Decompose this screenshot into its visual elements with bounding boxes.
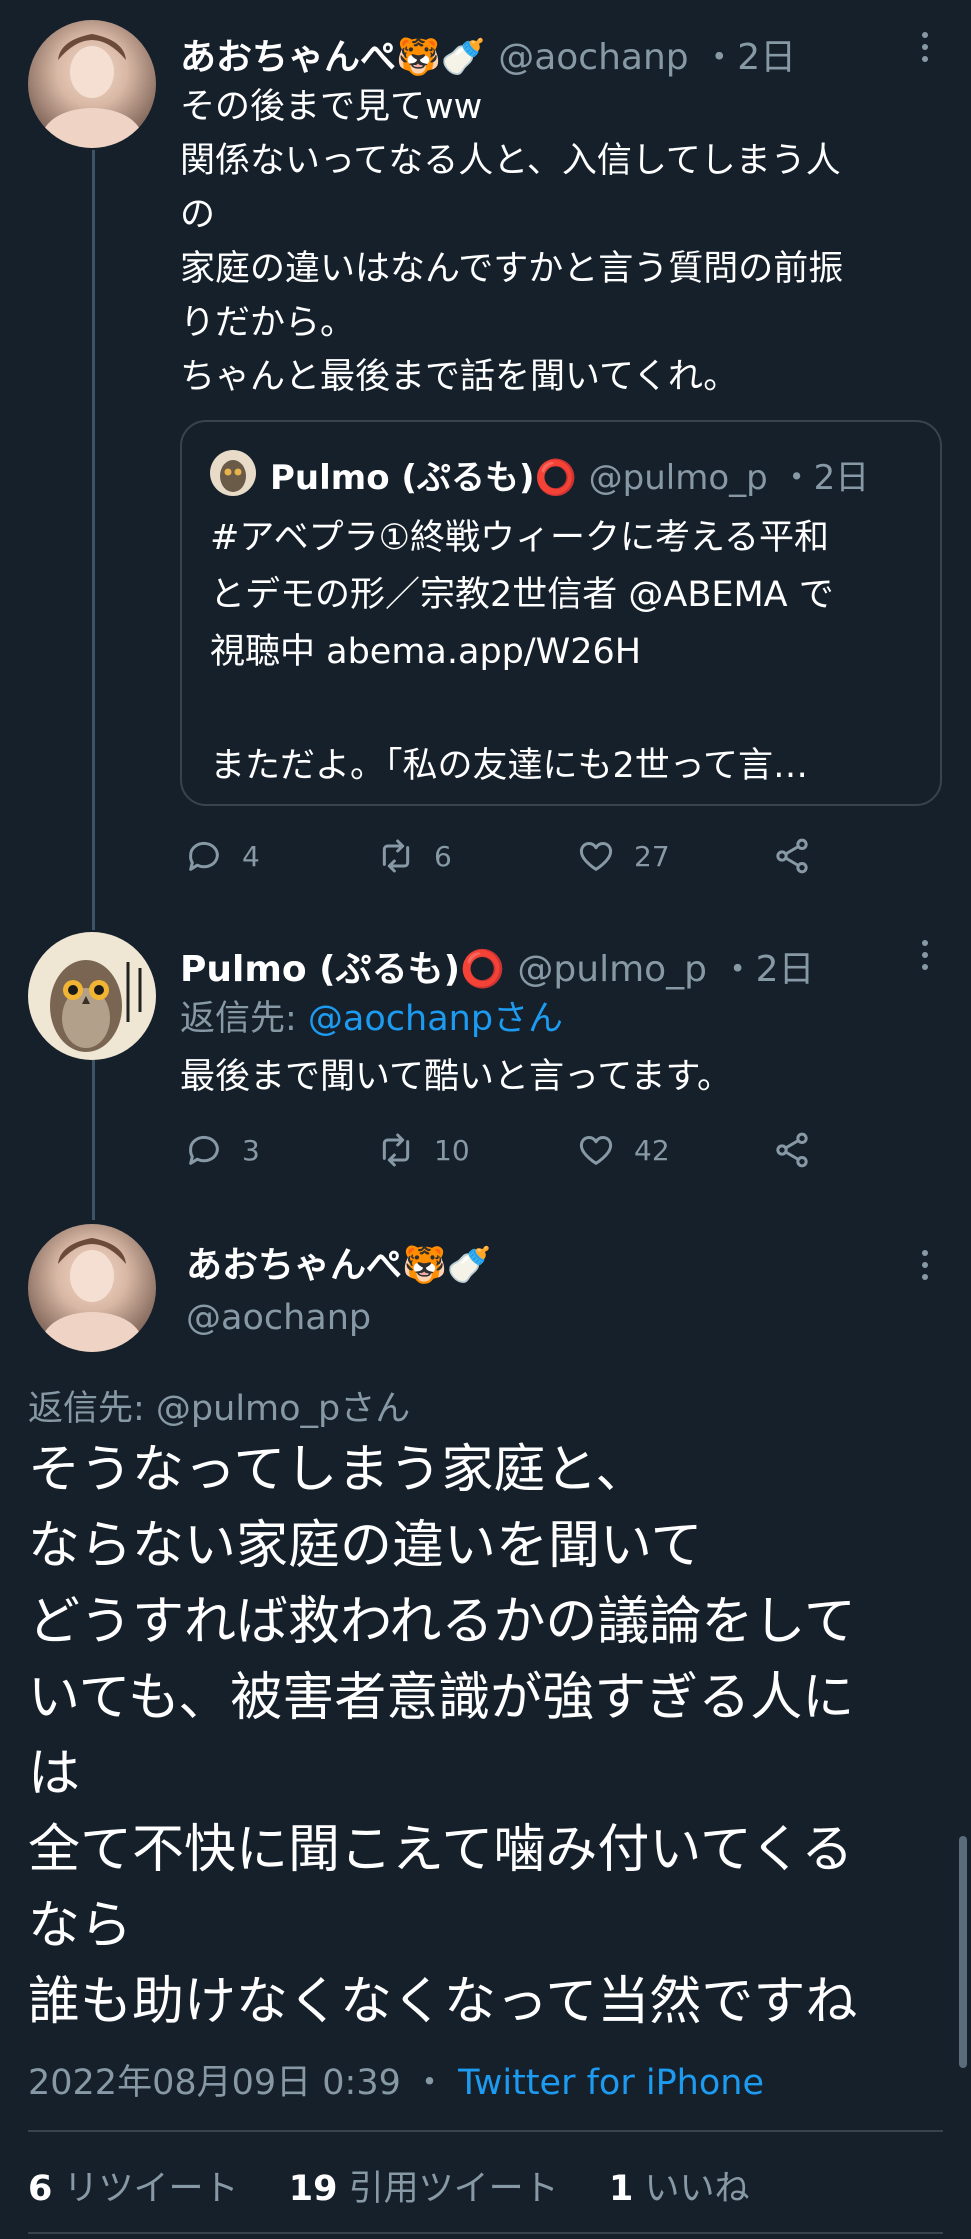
tweet-line: ちゃんと最後まで話を聞いてくれ。 (180, 357, 739, 397)
tweet-meta: 2022年08月09日 0:39 ・ Twitter for iPhone (28, 2054, 764, 2105)
reply-context[interactable]: 返信先: @pulmo_pさん (28, 1380, 410, 1431)
tweet-line: いても、被害者意識が強すぎる人に (28, 1668, 855, 1728)
likes-count: 1 (608, 2169, 634, 2209)
reply-button[interactable]: 4 (184, 836, 260, 876)
quote-line (210, 681, 920, 738)
retweet-count: 10 (434, 1133, 470, 1167)
quote-timestamp: ・2日 (779, 458, 870, 498)
retweet-icon (382, 839, 410, 873)
divider (28, 2130, 943, 2132)
quote-avatar (210, 450, 256, 496)
thread-line (92, 1060, 95, 1220)
tweet-line: 誰も助けなくなくなって当然ですね (28, 1972, 858, 2032)
tweet-source[interactable]: Twitter for iPhone (458, 2063, 764, 2103)
quote-line: まただよ。「私の友達にも2世って言… (210, 746, 809, 786)
display-name[interactable]: あおちゃんぺ🐯🍼 (180, 37, 486, 78)
more-options-icon[interactable] (920, 940, 930, 976)
likes-label: いいね (644, 2169, 750, 2209)
retweets-label: リツイート (63, 2169, 239, 2209)
heart-icon (579, 1136, 613, 1165)
like-button[interactable]: 42 (576, 1130, 670, 1170)
like-count: 27 (634, 839, 670, 873)
share-button[interactable] (772, 1130, 812, 1170)
timestamp[interactable]: ・2日 (720, 949, 815, 990)
retweets-count: 6 (28, 2169, 53, 2209)
quote-display-name: Pulmo (ぷるも)⭕ (270, 458, 577, 498)
more-options-icon[interactable] (920, 1250, 930, 1286)
quote-handle: @pulmo_p (588, 458, 768, 498)
reply-icon (189, 1135, 219, 1165)
reply-context: 返信先: @aochanpさん (180, 992, 563, 1046)
display-name[interactable]: あおちゃんぺ🐯🍼 (186, 1236, 492, 1288)
display-name[interactable]: Pulmo (ぷるも)⭕ (180, 949, 505, 990)
reply-to-link[interactable]: @aochanpさん (308, 999, 563, 1039)
reply-button[interactable]: 3 (184, 1130, 260, 1170)
handle[interactable]: @aochanp (498, 37, 688, 78)
quotes-count: 19 (288, 2169, 338, 2209)
share-button[interactable] (772, 836, 812, 876)
quote-line: とデモの形／宗教2世信者 @ABEMA で (210, 575, 834, 615)
avatar[interactable] (28, 20, 156, 148)
retweet-icon (382, 1133, 410, 1167)
share-icon (776, 1132, 808, 1168)
tweet-text: 最後まで聞いて酷いと言ってます。 (180, 1057, 732, 1097)
quote-line: #アベプラ①終戦ウィークに考える平和 (210, 518, 829, 558)
retweet-button[interactable]: 6 (376, 836, 452, 876)
tweet-text: そうなってしまう家庭と、 ならない家庭の違いを聞いて どうすれば救われるかの議論… (28, 1432, 958, 2040)
reply-count: 4 (242, 839, 260, 873)
tweet-text: その後まで見てww 関係ないってなる人と、入信してしまう人 の 家庭の違いはなん… (180, 80, 950, 404)
tweet-line: 関係ないってなる人と、入信してしまう人 (180, 141, 841, 181)
tweet-timestamp[interactable]: 2022年08月09日 0:39 (28, 2063, 401, 2103)
reply-icon (189, 841, 219, 871)
more-options-icon[interactable] (920, 32, 930, 68)
quotes-label: 引用ツイート (348, 2169, 559, 2209)
meta-separator: ・ (412, 2063, 448, 2103)
reply-count: 3 (242, 1133, 260, 1167)
tweet-line: なら (28, 1896, 133, 1956)
tweet-line: ならない家庭の違いを聞いて (28, 1516, 703, 1576)
heart-icon (579, 842, 613, 871)
avatar[interactable] (28, 1224, 156, 1352)
handle[interactable]: @aochanp (186, 1298, 371, 1338)
quote-text: #アベプラ①終戦ウィークに考える平和 とデモの形／宗教2世信者 @ABEMA で… (210, 510, 920, 795)
tweet-line: りだから。 (180, 303, 356, 343)
divider (28, 2232, 943, 2234)
quotes-stat[interactable]: 19 引用ツイート (289, 2169, 559, 2209)
tweet-line: は (28, 1744, 81, 1804)
retweets-stat[interactable]: 6 リツイート (28, 2169, 239, 2209)
share-icon (776, 838, 808, 874)
reply-prefix: 返信先: (180, 999, 308, 1039)
tweet-line: 家庭の違いはなんですかと言う質問の前振 (180, 249, 844, 289)
retweet-count: 6 (434, 839, 452, 873)
tweet-line: そうなってしまう家庭と、 (28, 1440, 648, 1500)
tweet-line: どうすれば救われるかの議論をして (28, 1592, 856, 1652)
quote-line: 視聴中 abema.app/W26H (210, 632, 642, 672)
tweet-stats: 6 リツイート 19 引用ツイート 1 いいね (28, 2160, 749, 2211)
likes-stat[interactable]: 1 いいね (609, 2169, 750, 2209)
scrollbar[interactable] (959, 1836, 967, 2068)
avatar[interactable] (28, 932, 156, 1060)
timestamp[interactable]: ・2日 (701, 37, 796, 78)
like-count: 42 (634, 1133, 670, 1167)
retweet-button[interactable]: 10 (376, 1130, 470, 1170)
tweet-line: その後まで見てww (180, 87, 483, 127)
thread-line (92, 150, 95, 930)
handle[interactable]: @pulmo_p (517, 949, 707, 990)
like-button[interactable]: 27 (576, 836, 670, 876)
tweet-line: の (180, 195, 216, 235)
quoted-tweet-card[interactable]: Pulmo (ぷるも)⭕ @pulmo_p ・2日 #アベプラ①終戦ウィークに考… (180, 420, 942, 806)
tweet-line: 全て不快に聞こえて噛み付いてくる (28, 1820, 854, 1880)
